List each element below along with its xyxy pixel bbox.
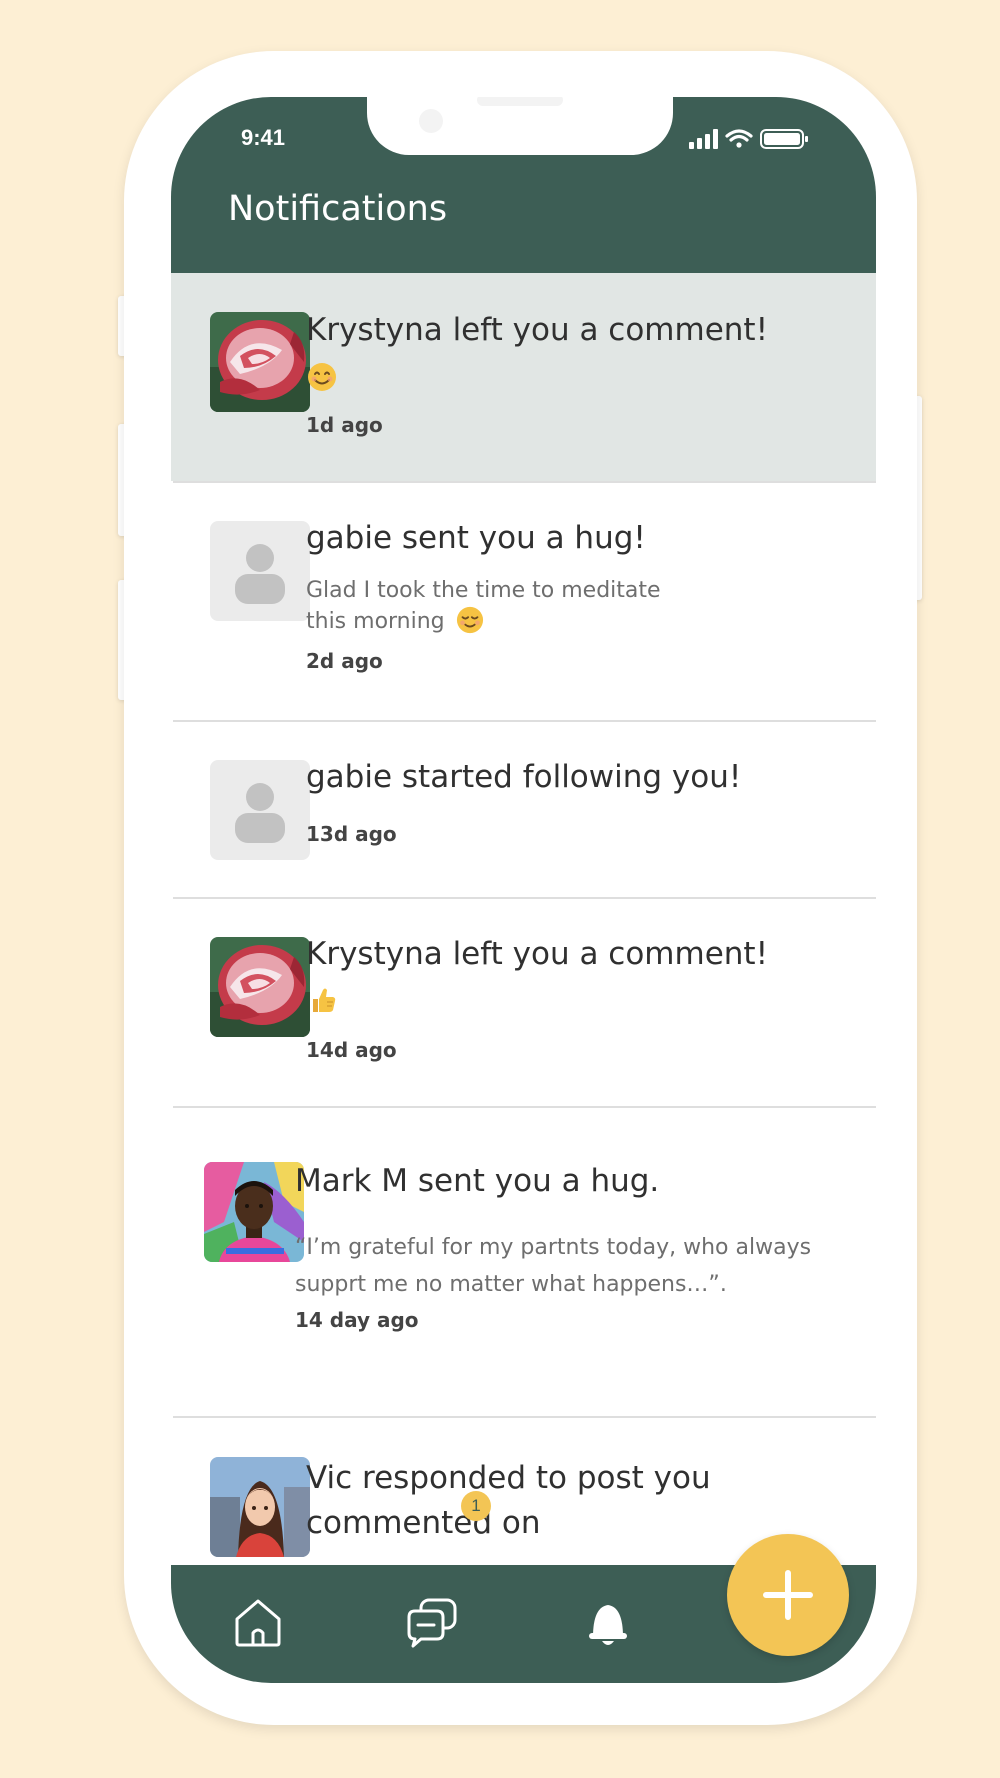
rose-avatar [210, 312, 310, 412]
default-user-avatar [210, 760, 310, 860]
notification-item[interactable]: gabie sent you a hug! Glad I took the ti… [171, 483, 876, 720]
battery-icon [760, 129, 808, 149]
rose-avatar [210, 937, 310, 1037]
title-line: Vic responded to post you [306, 1460, 711, 1496]
notification-body: “I’m grateful for my partnts today, who … [295, 1229, 811, 1303]
page-title: Notifications [228, 189, 448, 229]
notification-title: Vic responded to post you commented on [306, 1456, 711, 1546]
notification-time: 2d ago [306, 649, 383, 673]
notification-title: gabie sent you a hug! [306, 520, 646, 556]
notification-title: Krystyna left you a comment! [306, 936, 769, 972]
default-user-avatar [210, 521, 310, 621]
body-line: “I’m grateful for my partnts today, who … [295, 1235, 812, 1260]
wifi-icon [725, 129, 753, 148]
notification-item[interactable]: Mark M sent you a hug. “I’m grateful for… [171, 1108, 876, 1416]
notification-title: Krystyna left you a comment! [306, 312, 769, 348]
notification-item[interactable]: gabie started following you! 13d ago [171, 722, 876, 897]
signal-icon [689, 129, 718, 149]
notch [367, 97, 673, 155]
man-avatar [204, 1162, 304, 1262]
notification-time: 14 day ago [295, 1308, 419, 1332]
app-header: 9:41 Notifications [171, 97, 876, 273]
notification-time: 1d ago [306, 413, 383, 437]
body-line: supprt me no matter what happens…”. [295, 1272, 727, 1297]
bell-icon[interactable] [579, 1593, 637, 1651]
front-camera [419, 109, 443, 133]
home-icon[interactable] [229, 1593, 287, 1651]
notification-badge: 1 [461, 1491, 491, 1521]
notification-time: 13d ago [306, 822, 397, 846]
phone-screen: 9:41 Notifications Krystyna left you a c… [171, 97, 876, 1683]
body-line-with-emoji: this morning [306, 606, 661, 637]
notification-item[interactable]: Krystyna left you a comment! 1d ago [171, 273, 876, 481]
smiling-face-emoji [308, 363, 336, 391]
notification-item[interactable]: Krystyna left you a comment! 14d ago [171, 899, 876, 1106]
relieved-face-emoji [456, 606, 483, 634]
woman-avatar [210, 1457, 310, 1557]
notification-time: 14d ago [306, 1038, 397, 1062]
notification-title: Mark M sent you a hug. [295, 1163, 660, 1199]
title-line: commented on [306, 1505, 541, 1541]
status-time: 9:41 [241, 125, 286, 150]
plus-icon [763, 1570, 813, 1620]
status-icons [689, 127, 817, 151]
notification-body: Glad I took the time to meditate this mo… [306, 575, 661, 637]
speaker [477, 97, 563, 106]
chat-icon[interactable] [403, 1593, 461, 1651]
create-post-button[interactable] [727, 1534, 849, 1656]
thumbs-up-emoji [313, 988, 336, 1012]
notification-title: gabie started following you! [306, 759, 742, 795]
body-line: this morning [306, 609, 445, 634]
body-line: Glad I took the time to meditate [306, 578, 661, 603]
